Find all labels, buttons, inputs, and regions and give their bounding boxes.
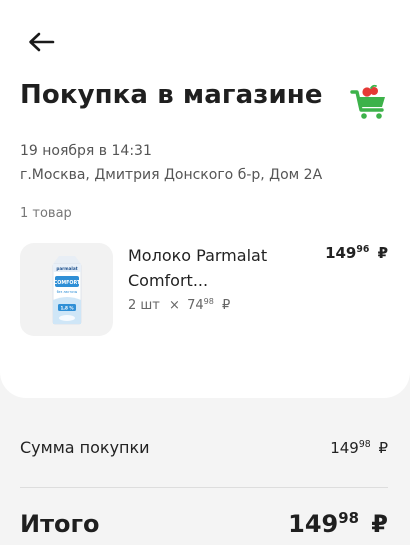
summary-divider <box>20 487 388 488</box>
multiply-sign: × <box>169 298 180 313</box>
total-label: Итого <box>20 510 100 538</box>
product-name-line2: Comfort... <box>128 271 209 290</box>
unit-price-kop: 98 <box>203 297 214 307</box>
subtotal-kop: 98 <box>358 438 371 450</box>
quantity-value: 2 шт <box>128 298 160 313</box>
total-rub: 149 <box>288 510 339 538</box>
subtotal-row: Сумма покупки 14998 ₽ <box>20 438 388 457</box>
store-address: г.Москва, Дмитрия Донского б-р, Дом 2А <box>20 167 323 183</box>
total-kop: 98 <box>338 508 359 527</box>
product-quantity: 2 шт × 7498 ₽ <box>128 297 231 313</box>
product-price-currency: ₽ <box>377 244 388 262</box>
product-price-rub: 149 <box>325 244 357 262</box>
package-fat: 1,8 % <box>60 305 74 310</box>
receipt-card: Покупка в магазине 19 ноября в 14:31 г.М… <box>0 0 410 398</box>
arrow-left-icon <box>29 32 55 52</box>
product-name-line1: Молоко Parmalat <box>128 246 268 265</box>
unit-price-rub: 74 <box>187 298 204 313</box>
page-title: Покупка в магазине <box>20 80 323 110</box>
product-total-price: 14996 ₽ <box>325 244 388 262</box>
subtotal-rub: 149 <box>330 438 359 457</box>
total-value: 14998 ₽ <box>288 510 388 538</box>
items-count: 1 товар <box>20 206 72 221</box>
shopping-cart-icon <box>350 84 385 119</box>
milk-package-image: parmalat COMFORT без лактозы 1,8 % <box>52 255 81 324</box>
package-brand: parmalat <box>56 266 77 271</box>
back-button[interactable] <box>26 30 56 54</box>
package-label: COMFORT <box>53 280 80 286</box>
purchase-date: 19 ноября в 14:31 <box>20 143 152 159</box>
subtotal-label: Сумма покупки <box>20 438 150 457</box>
package-sublabel: без лактозы <box>56 290 77 294</box>
unit-price-currency: ₽ <box>222 298 231 313</box>
total-row: Итого 14998 ₽ <box>20 510 388 538</box>
subtotal-value: 14998 ₽ <box>330 439 388 457</box>
product-price-kop: 96 <box>356 244 370 256</box>
total-currency: ₽ <box>371 510 388 538</box>
subtotal-currency: ₽ <box>378 438 388 457</box>
product-name[interactable]: Молоко Parmalat Comfort... <box>128 243 318 293</box>
product-image[interactable]: parmalat COMFORT без лактозы 1,8 % <box>20 243 113 336</box>
